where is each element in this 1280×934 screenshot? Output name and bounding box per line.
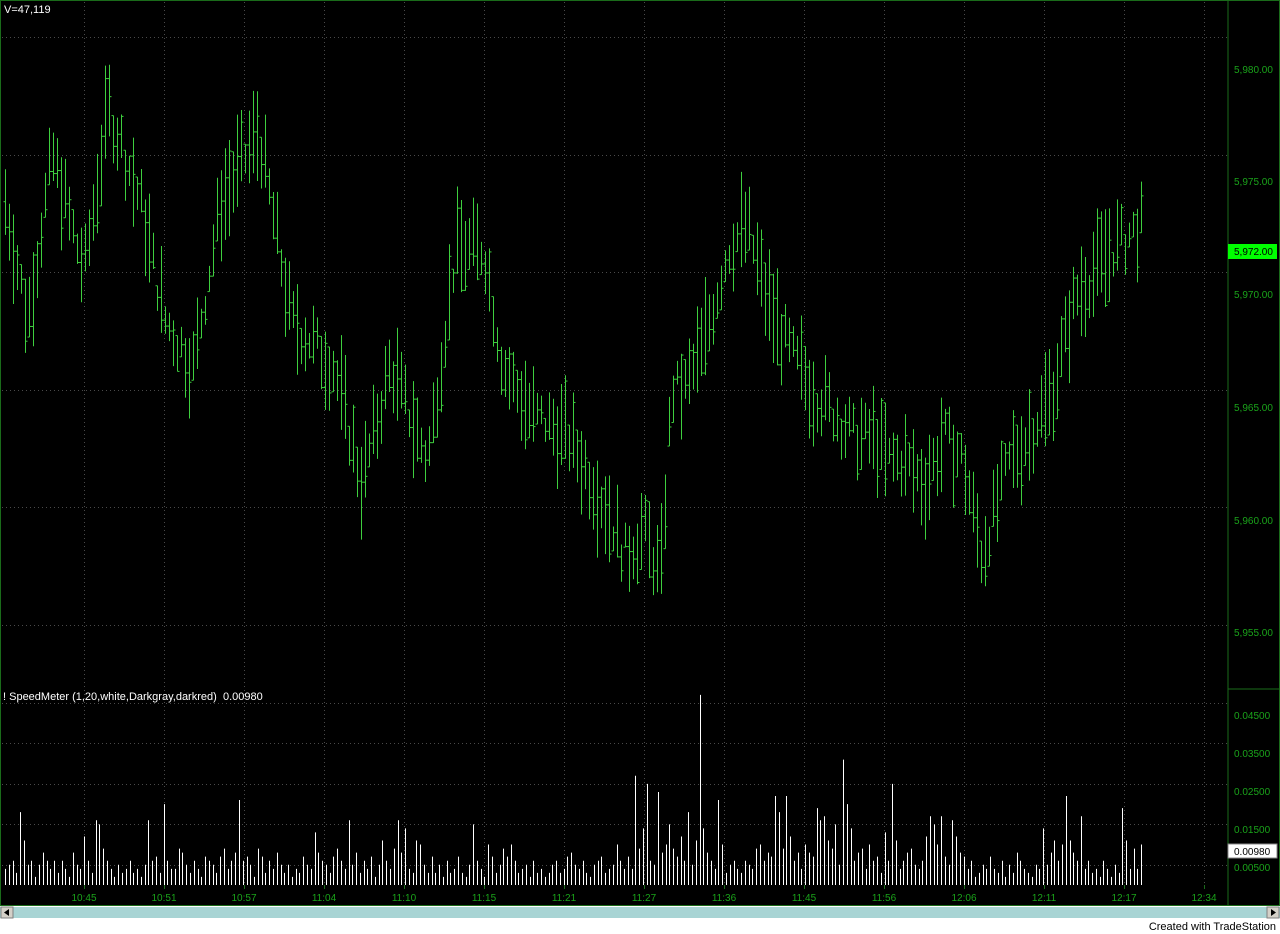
speedmeter-title: ! SpeedMeter (1,20,white,Darkgray,darkre… — [3, 691, 217, 703]
price-tick-label: 5,960.00 — [1234, 516, 1273, 527]
chart-canvas: V=47,119 ! SpeedMeter (1,20,white,Darkgr… — [0, 0, 1280, 919]
volume-label: V=47,119 — [4, 4, 51, 16]
time-tick-label: 10:45 — [71, 893, 96, 904]
speed-tick-label: 0.04500 — [1234, 711, 1271, 722]
last-price-label: 5,972.00 — [1234, 247, 1273, 258]
price-tick-label: 5,975.00 — [1234, 177, 1273, 188]
speedmeter-current-value: 0.00980 — [223, 691, 263, 703]
speed-current-label: 0.00980 — [1234, 847, 1271, 858]
time-tick-label: 12:11 — [1032, 893, 1057, 904]
time-tick-label: 11:45 — [792, 893, 817, 904]
time-tick-label: 10:51 — [151, 893, 176, 904]
time-tick-label: 11:04 — [312, 893, 337, 904]
time-tick-label: 10:57 — [231, 893, 256, 904]
price-tick-label: 5,980.00 — [1234, 65, 1273, 76]
time-tick-label: 11:36 — [712, 893, 737, 904]
time-tick-label: 11:15 — [472, 893, 497, 904]
speed-tick-label: 0.03500 — [1234, 749, 1271, 760]
time-tick-label: 11:56 — [872, 893, 897, 904]
time-tick-label: 11:27 — [632, 893, 657, 904]
scrollbar-track[interactable] — [0, 907, 1280, 918]
horizontal-scrollbar[interactable] — [0, 906, 1280, 919]
footer-credit: Created with TradeStation — [1148, 921, 1276, 933]
time-tick-label: 12:17 — [1111, 893, 1136, 904]
speed-tick-label: 0.00500 — [1234, 863, 1271, 874]
price-tick-label: 5,955.00 — [1234, 628, 1273, 639]
price-tick-label: 5,970.00 — [1234, 290, 1273, 301]
chart-background — [0, 0, 1280, 906]
scroll-left-button[interactable] — [0, 906, 14, 919]
speed-tick-label: 0.01500 — [1234, 825, 1271, 836]
time-axis: 10:45 10:51 10:57 11:04 11:10 11:15 11:2… — [71, 893, 1216, 904]
time-tick-label: 12:06 — [951, 893, 976, 904]
time-tick-label: 12:34 — [1191, 893, 1216, 904]
time-tick-label: 11:21 — [552, 893, 577, 904]
scroll-right-button[interactable] — [1266, 906, 1280, 919]
price-tick-label: 5,965.00 — [1234, 403, 1273, 414]
time-tick-label: 11:10 — [392, 893, 417, 904]
speed-tick-label: 0.02500 — [1234, 787, 1271, 798]
